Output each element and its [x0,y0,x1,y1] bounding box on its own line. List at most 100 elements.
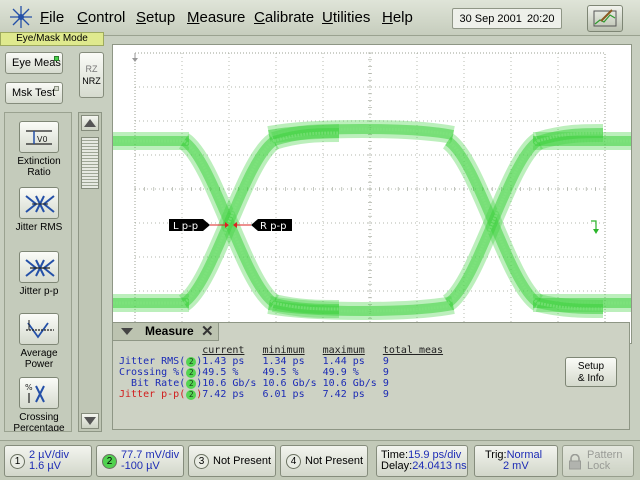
jitter-pp-label: Jitter p-p [19,286,59,297]
setup-info-button[interactable]: Setup & Info [565,357,617,387]
menu-file[interactable]: File [40,9,64,26]
channel-icon: 2 [186,390,197,400]
average-power-label: Average Power [20,348,58,370]
channel-4-button[interactable]: 4 Not Present [280,445,368,477]
time-reference-marker [132,53,138,62]
delay-label: Delay: [381,460,413,472]
cell-current: 10.6 Gb/s [202,378,257,389]
setup-info-label-1: Setup [577,361,605,372]
measurement-scrollbar[interactable] [78,112,102,432]
col-minimum: minimum [262,345,305,356]
menu-setup[interactable]: Setup [136,9,175,26]
mask-test-led [54,86,59,91]
channel-3-text: Not Present [213,455,272,467]
trigger-button[interactable]: Trig:Normal 2 mV [474,445,558,477]
channel-2-offset: -100 µV [121,460,160,472]
row-name: Jitter RMS(2) [119,356,203,367]
scroll-thumb[interactable] [81,137,99,189]
lock-icon [569,454,581,470]
table-row[interactable]: Bit Rate(2) 10.6 Gb/s 10.6 Gb/s 10.6 Gb/… [119,378,449,389]
scope-display[interactable]: L p-p R p-p [112,44,632,344]
channel-icon: 2 [186,357,197,367]
left-marker-label: L p-p [173,221,198,232]
jitter-rms-label: Jitter RMS [15,222,63,233]
channel-2-badge: 2 [102,454,117,469]
svg-text:V0: V0 [37,135,48,144]
pattern-lock-button[interactable]: Pattern Lock [562,445,634,477]
extinction-ratio-button[interactable]: V0 Extinction Ratio [5,121,71,178]
channel-2-button[interactable]: 2 77.7 mV/div -100 µV [96,445,184,477]
measure-title: Measure [145,324,194,338]
row-name: Jitter p-p(2) [119,389,203,400]
table-row[interactable]: Crossing %(2) 49.5 % 49.5 % 49.9 % 9 [119,367,449,378]
cell-maximum: 49.9 % [322,367,359,378]
menu-calibrate[interactable]: Calibrate [254,9,314,26]
menu-help[interactable]: Help [382,9,413,26]
crossing-percentage-icon: % [19,377,59,409]
scope-window-button[interactable] [587,5,623,32]
pattern-lock-label-2: Lock [587,460,611,472]
scroll-down-button[interactable] [81,413,99,429]
crossing-percentage-button[interactable]: % Crossing Percentage [5,377,71,432]
measurement-table: current minimum maximum total meas Jitte… [119,345,449,400]
scroll-up-button[interactable] [81,115,99,131]
cell-minimum: 49.5 % [262,367,299,378]
jitter-rms-button[interactable]: Jitter RMS [5,187,71,233]
col-maximum: maximum [322,345,365,356]
chevron-up-icon [84,119,96,127]
channel-icon: 2 [186,379,197,389]
agilent-logo-icon [10,6,32,28]
cell-maximum: 10.6 Gb/s [322,378,377,389]
cell-total: 9 [382,389,389,400]
row-name: Crossing %(2) [119,367,203,378]
cell-maximum: 7.42 ps [322,389,365,400]
cell-total: 9 [382,356,389,367]
channel-3-badge: 3 [194,454,209,469]
cell-minimum: 10.6 Gb/s [262,378,317,389]
eye-meas-led [54,56,59,61]
extinction-ratio-icon: V0 [19,121,59,153]
trigger-text: Trig:Normal 2 mV [485,450,542,472]
average-power-button[interactable]: Average Power [5,313,71,370]
nrz-label: NRZ [82,76,101,86]
col-total: total meas [382,345,444,356]
timebase-button[interactable]: Time:15.9 ps/div Delay:24.0413 ns [376,445,468,477]
cell-minimum: 6.01 ps [262,389,305,400]
measure-panel: Measure ✕ current minimum maximum total … [112,322,630,430]
chevron-down-icon [84,417,96,425]
measurement-toolbar: V0 Extinction Ratio Jitter RMS Jitter p-… [4,112,72,432]
menu-control[interactable]: Control [77,9,125,26]
pattern-lock-text: Pattern Lock [587,450,622,472]
eye-meas-button[interactable]: Eye Meas [5,52,63,74]
channel-1-button[interactable]: 1 2 µV/div 1.6 µV [4,445,92,477]
measure-tab[interactable]: Measure ✕ [113,323,219,341]
table-row[interactable]: Jitter p-p(2) 7.42 ps 6.01 ps 7.42 ps 9 [119,389,449,400]
channel-1-offset: 1.6 µV [29,460,62,472]
channel-1-badge: 1 [10,454,25,469]
menu-measure[interactable]: Measure [187,9,245,26]
collapse-triangle-icon[interactable] [121,328,133,335]
close-icon[interactable]: ✕ [201,324,214,339]
cell-total: 9 [382,367,389,378]
channel-3-button[interactable]: 3 Not Present [188,445,276,477]
channel-1-text: 2 µV/div 1.6 µV [29,450,69,472]
cell-minimum: 1.34 ps [262,356,305,367]
menubar: File Control Setup Measure Calibrate Uti… [0,0,640,36]
jitter-pp-icon [19,251,59,283]
right-marker-label: R p-p [260,221,286,232]
cell-current: 49.5 % [202,367,239,378]
date-time-display: 30 Sep 2001 20:20 [452,8,562,29]
menu-utilities[interactable]: Utilities [322,9,370,26]
row-name: Bit Rate(2) [131,378,203,389]
rz-nrz-toggle[interactable]: RZ NRZ [79,52,104,98]
crossing-percentage-label: Crossing Percentage [13,412,65,432]
channel-4-text: Not Present [305,455,364,467]
mask-test-button[interactable]: Msk Test [5,82,63,104]
jitter-pp-button[interactable]: Jitter p-p [5,251,71,297]
svg-text:%: % [25,383,33,392]
mask-test-label: Msk Test [12,87,56,99]
rz-label: RZ [85,64,98,74]
table-row[interactable]: Jitter RMS(2) 1.43 ps 1.34 ps 1.44 ps 9 [119,356,449,367]
trig-level: 2 mV [503,460,529,472]
jitter-rms-icon [19,187,59,219]
